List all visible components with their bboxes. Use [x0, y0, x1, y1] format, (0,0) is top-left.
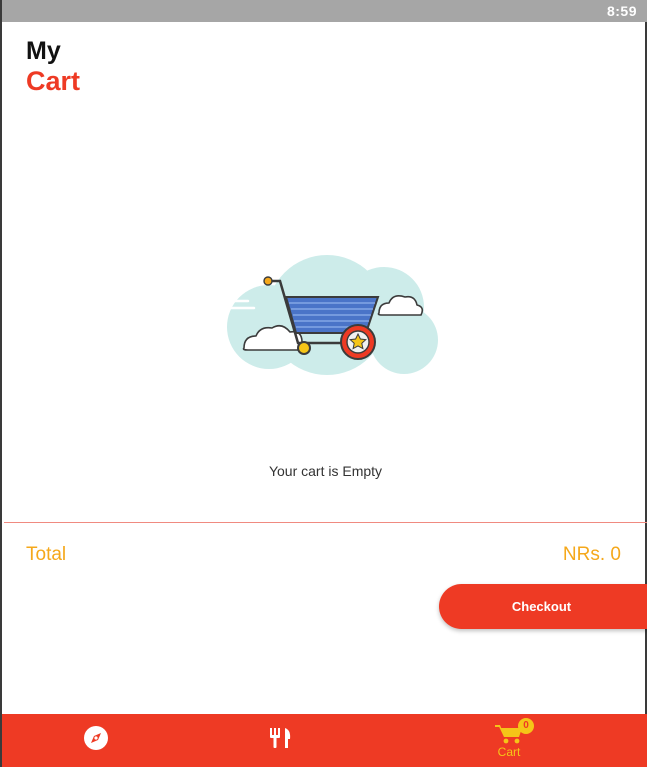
- cart-badge: 0: [518, 717, 534, 734]
- empty-cart-message: Your cart is Empty: [268, 463, 383, 479]
- status-time: 8:59: [606, 3, 637, 19]
- checkout-button[interactable]: Checkout: [439, 584, 647, 629]
- nav-item-cart[interactable]: 0 Cart: [469, 714, 549, 767]
- page-title-line1: My: [26, 37, 61, 65]
- divider: [4, 522, 647, 523]
- fork-knife-icon: [267, 726, 293, 755]
- nav-item-menu[interactable]: [240, 714, 320, 767]
- total-label: Total: [26, 544, 67, 565]
- empty-cart-illustration: [214, 245, 440, 380]
- compass-icon: [83, 725, 109, 756]
- star-badge: [340, 324, 376, 360]
- nav-item-explore[interactable]: [56, 714, 136, 767]
- nav-item-label: Cart: [497, 744, 521, 759]
- cart-screen: 8:59 My Cart Your cart is Empty Total NR…: [0, 0, 647, 767]
- bottom-nav: 0 Cart: [2, 714, 647, 767]
- cart-icon: 0: [494, 717, 534, 745]
- total-value: NRs. 0: [562, 544, 621, 565]
- status-bar: 8:59: [2, 0, 647, 22]
- page-title-line2: Cart: [26, 66, 81, 96]
